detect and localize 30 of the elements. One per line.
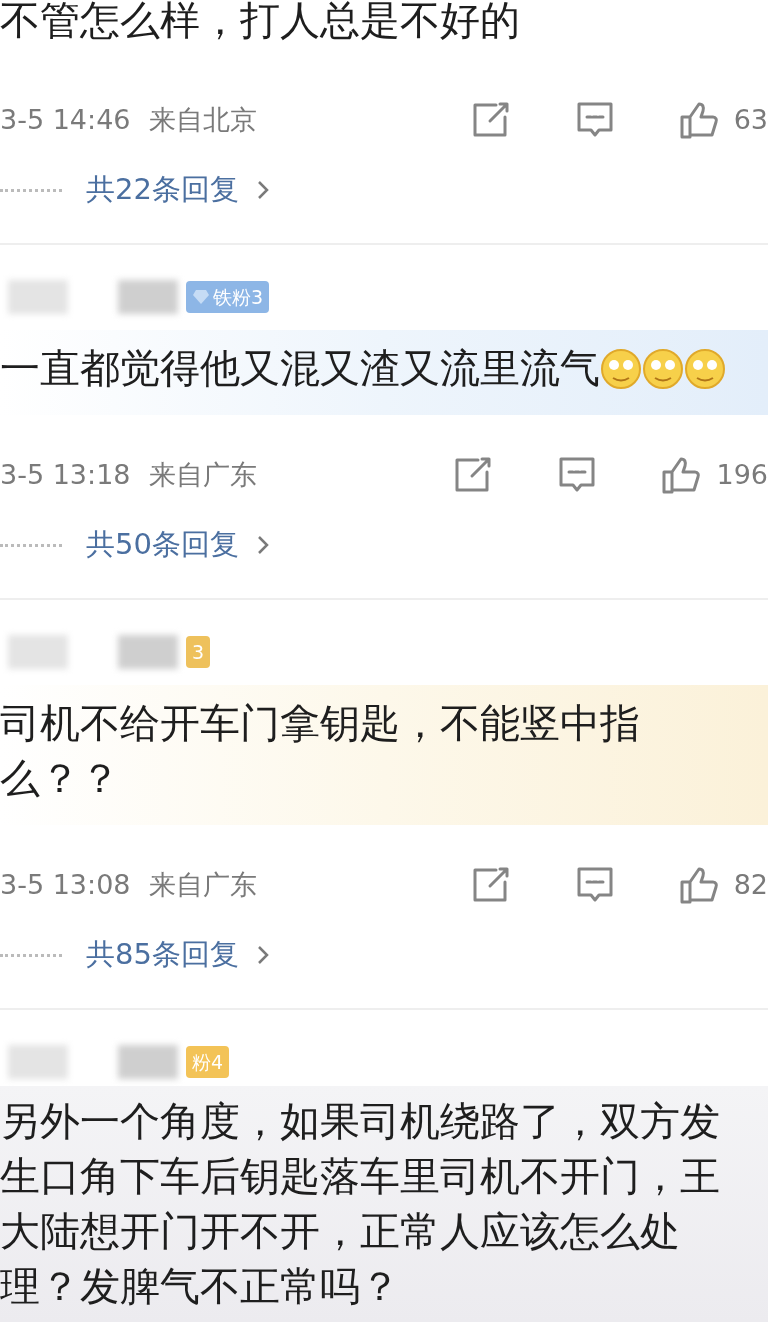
fan-badge: 铁粉3 <box>186 281 270 313</box>
thumbs-up-icon[interactable] <box>660 455 703 495</box>
blurred-username-drawing <box>118 635 178 669</box>
comment-location: 来自广东 <box>148 867 257 902</box>
like-count: 82 <box>733 867 768 902</box>
blurred-username-drawing <box>8 635 68 669</box>
dotted-line <box>0 188 62 192</box>
like-count: 196 <box>716 457 768 492</box>
comment-location: 来自广东 <box>148 457 257 492</box>
comment-text: 不管怎么样，打人总是不好的 <box>0 0 521 40</box>
like-count: 63 <box>733 102 768 137</box>
replies-link[interactable]: 共22条回复 <box>86 168 273 212</box>
fan-badge: 3 <box>186 636 211 668</box>
fan-badge: 粉4 <box>186 1046 230 1078</box>
replies-link[interactable]: 共85条回复 <box>86 933 273 977</box>
diamond-icon <box>192 289 210 305</box>
blurred-username-drawing <box>118 1045 178 1079</box>
blurred-username-drawing <box>8 280 68 314</box>
comment-location: 来自北京 <box>148 102 257 137</box>
comment-text: 司机不给开车门拿钥匙，不能竖中指么？？ <box>0 699 641 803</box>
blurred-username-drawing <box>118 280 178 314</box>
comment-time: 3-5 14:46 <box>0 102 131 137</box>
comment-text: 另外一个角度，如果司机绕路了，双方发生口角下车后钥匙落车里司机不开门，王大陆想开门开不开，正常人应该怎么处理？发脾气不正常吗？ <box>0 1097 721 1311</box>
comment-time: 3-5 13:18 <box>0 457 131 492</box>
replies-link[interactable]: 共50条回复 <box>86 523 273 567</box>
comment-time: 3-5 13:08 <box>0 867 131 902</box>
dotted-line <box>0 543 62 547</box>
blurred-username-drawing <box>8 1045 68 1079</box>
comment-text: 一直都觉得他又混又渣又流里流气 <box>0 344 600 393</box>
dotted-line <box>0 953 62 957</box>
